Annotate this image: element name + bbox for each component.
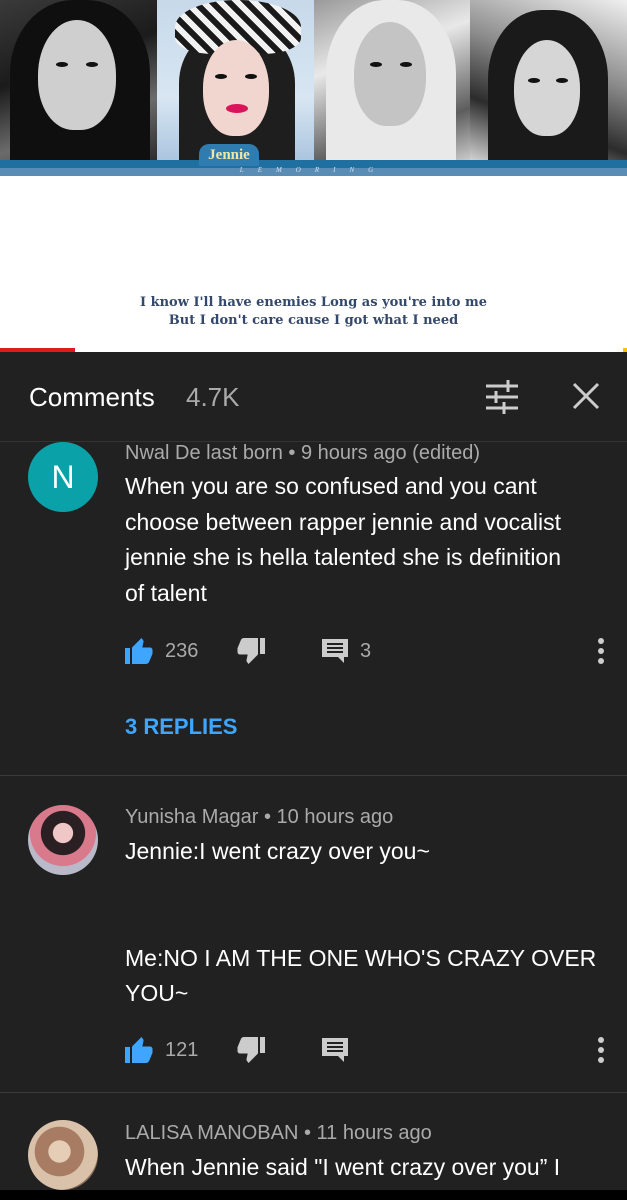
comment-text: Jennie:I went crazy over you~ Me:NO I AM… — [125, 834, 605, 1012]
reply-comment-icon — [322, 639, 348, 663]
comment-line — [125, 870, 605, 906]
close-icon[interactable] — [570, 380, 602, 412]
comment-meta: Nwal De last born • 9 hours ago (edited) — [125, 442, 480, 465]
comment-line — [125, 905, 605, 941]
thumbs-up-icon — [125, 638, 153, 664]
comment-time: 11 hours ago — [316, 1122, 432, 1144]
channel-watermark: LEMORING — [239, 166, 388, 174]
comment-line: When Jennie said "I went crazy over you”… — [125, 1154, 561, 1180]
like-count: 236 — [165, 639, 199, 662]
meta-separator: • — [258, 806, 277, 828]
comment-item: Yunisha Magar • 10 hours ago Jennie:I we… — [0, 776, 627, 1092]
comment-actions: 121 — [125, 1034, 615, 1066]
comment-time: 10 hours ago — [276, 806, 394, 828]
avatar[interactable] — [28, 1120, 98, 1190]
system-navigation-bar — [0, 1190, 627, 1200]
avatar[interactable]: N — [28, 442, 98, 512]
comment-author[interactable]: LALISA MANOBAN — [125, 1122, 298, 1144]
thumbs-down-icon — [237, 1037, 265, 1063]
avatar[interactable] — [28, 805, 98, 875]
video-thumbnail-strip — [0, 0, 627, 163]
comments-count: 4.7K — [186, 382, 240, 412]
meta-separator: • — [282, 442, 301, 464]
comment-line: choose between rapper jennie and vocalis… — [125, 508, 562, 535]
view-replies-link[interactable]: 3 REPLIES — [125, 714, 237, 740]
video-player[interactable]: Jennie LEMORING I know I'll have enemies… — [0, 0, 627, 352]
member-photo — [470, 0, 627, 163]
comments-header: Comments 4.7K — [0, 352, 627, 442]
dislike-button[interactable] — [237, 1034, 265, 1066]
comment-line: When you are so confused and you cant — [125, 473, 537, 499]
more-options-icon[interactable] — [597, 637, 605, 665]
member-name: Jennie — [208, 147, 250, 163]
comment-line: of talent — [125, 579, 207, 606]
more-options-icon[interactable] — [597, 1036, 605, 1064]
comment-meta: Yunisha Magar • 10 hours ago — [125, 806, 393, 829]
comment-author[interactable]: Yunisha Magar — [125, 806, 258, 828]
member-photo — [157, 0, 314, 163]
member-name-tag: Jennie — [199, 144, 259, 166]
comment-line: Jennie:I went crazy over you~ — [125, 838, 430, 864]
member-photo — [0, 0, 157, 163]
lyric-line-2: But I don't care cause I got what I need — [168, 313, 459, 328]
like-button[interactable]: 121 — [125, 1034, 198, 1066]
meta-separator: • — [298, 1122, 317, 1144]
comments-title: Comments — [29, 382, 155, 412]
comment-text: When you are so confused and you cant ch… — [125, 469, 605, 611]
reply-comment-icon — [322, 1038, 348, 1062]
reply-button[interactable]: 3 — [322, 635, 371, 667]
like-button[interactable]: 236 — [125, 635, 198, 667]
comment-item: LALISA MANOBAN • 11 hours ago When Jenni… — [0, 1093, 627, 1190]
comment-author[interactable]: Nwal De last born — [125, 442, 283, 464]
comment-actions: 236 3 — [125, 635, 615, 667]
comment-line: Me:NO I AM THE ONE WHO'S CRAZY OVER — [125, 944, 597, 971]
comment-text: When Jennie said "I went crazy over you”… — [125, 1150, 615, 1186]
comment-line: YOU~ — [125, 980, 189, 1006]
member-photo — [314, 0, 470, 163]
comment-item: N Nwal De last born • 9 hours ago (edite… — [0, 442, 627, 775]
thumbs-down-icon — [237, 638, 265, 664]
reply-count: 3 — [360, 639, 372, 662]
comment-meta: LALISA MANOBAN • 11 hours ago — [125, 1122, 432, 1145]
comment-line: jennie she is hella talented she is defi… — [125, 544, 562, 570]
comment-time: 9 hours ago (edited) — [300, 442, 480, 464]
dislike-button[interactable] — [237, 635, 265, 667]
reply-button[interactable] — [322, 1034, 348, 1066]
lyric-line-1: I know I'll have enemies Long as you're … — [139, 295, 487, 310]
like-count: 121 — [165, 1038, 199, 1061]
sort-filter-icon[interactable] — [484, 380, 520, 414]
thumbs-up-icon — [125, 1037, 153, 1063]
